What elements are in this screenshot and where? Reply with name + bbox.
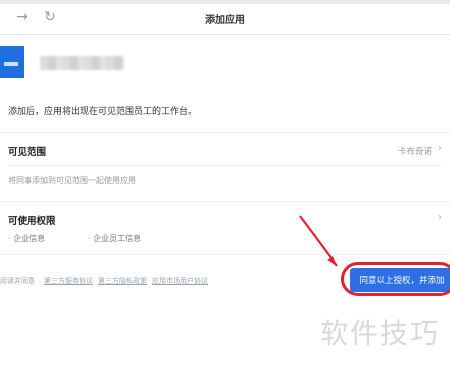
annotation-oval <box>341 262 450 296</box>
app-icon <box>0 46 24 78</box>
divider <box>8 165 442 166</box>
permission-item: · 企业员工信息 <box>88 234 142 243</box>
visible-scope-description: 将同事添加到可见范围一起使用应用 <box>8 176 136 185</box>
user-agreement-link[interactable]: 应用市场用户协议 <box>152 276 208 286</box>
footer-prefix: 阅读并同意 <box>0 277 35 285</box>
privacy-policy-link[interactable]: 第三方隐私政策 <box>98 276 147 286</box>
divider <box>0 254 450 255</box>
app-name-redacted <box>40 56 124 70</box>
divider <box>0 201 450 202</box>
visible-scope-title: 可见范围 <box>8 147 47 158</box>
chevron-right-icon: › <box>438 212 442 223</box>
service-agreement-link[interactable]: 第三方服务协议 <box>44 276 93 286</box>
visible-scope-value: 卡布奇诺 <box>397 147 432 157</box>
add-notice: 添加后，应用将出现在可见范围员工的工作台。 <box>8 107 198 117</box>
divider <box>0 132 450 133</box>
page-title: 添加应用 <box>205 15 245 26</box>
top-bar: → ↻ 添加应用 <box>0 0 450 35</box>
watermark-text: 软件技巧 <box>320 317 441 350</box>
permission-item: · 企业信息 <box>8 234 46 243</box>
annotation-arrow-line <box>299 215 338 267</box>
permissions-title: 可使用权限 <box>8 216 56 227</box>
window-strip <box>0 0 450 4</box>
annotation-arrow-head <box>327 256 337 266</box>
chevron-right-icon: › <box>438 143 442 154</box>
app-icon-stripe <box>4 62 18 66</box>
